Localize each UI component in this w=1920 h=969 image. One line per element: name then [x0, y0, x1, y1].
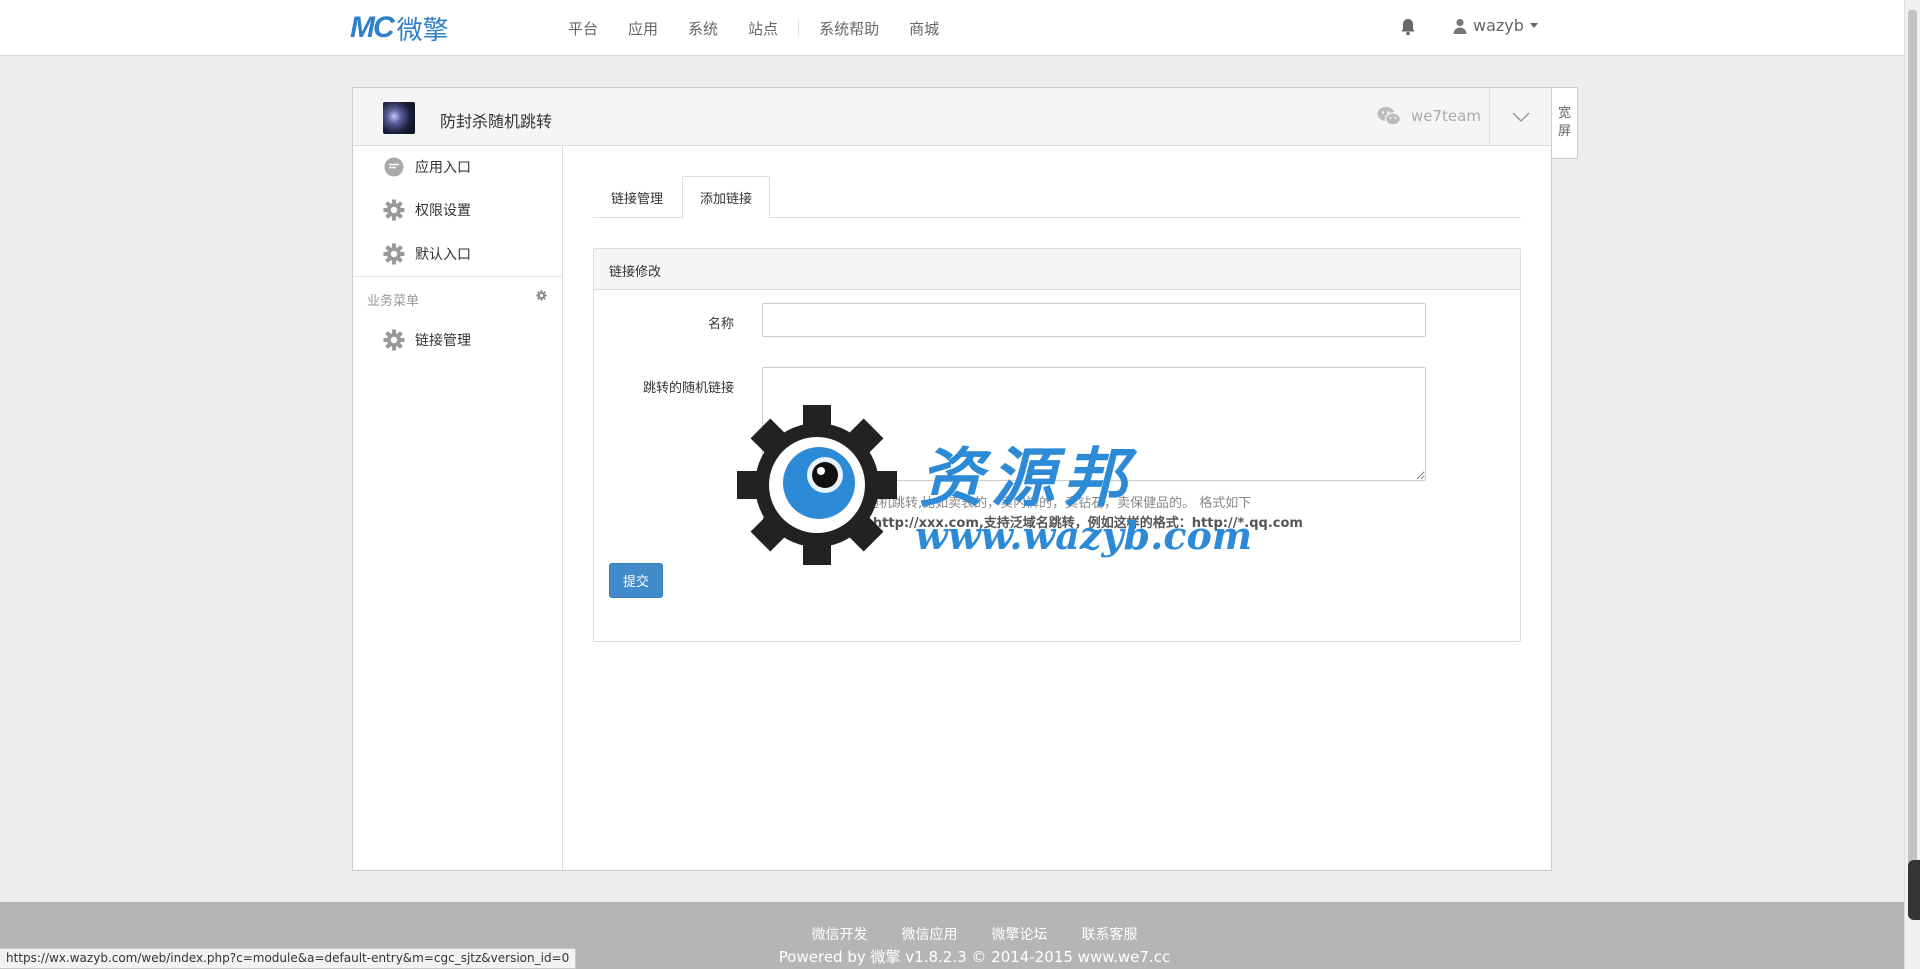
gear-icon	[383, 199, 405, 221]
nav-store[interactable]: 商城	[909, 18, 939, 39]
sidebar-item-label: 链接管理	[415, 333, 471, 349]
random-links-textarea[interactable]	[762, 367, 1426, 481]
wechat-icon	[1377, 107, 1401, 126]
sidebar-item-permissions[interactable]: 权限设置	[383, 199, 471, 221]
side-widget-tab[interactable]	[1908, 860, 1920, 920]
user-menu[interactable]: wazyb	[1453, 16, 1538, 35]
sidebar-divider	[353, 276, 562, 277]
random-links-label: 跳转的随机链接	[642, 381, 734, 396]
help-line-1: 设置多个链接可以随机跳转,比如卖表的，卖内裤的，卖钻石，卖保健品的。 格式如下	[762, 496, 1252, 511]
logo[interactable]: MC 微擎	[350, 11, 449, 46]
tab-label: 添加链接	[699, 192, 752, 207]
nav-site[interactable]: 站点	[748, 18, 778, 39]
module-title: 防封杀随机跳转	[440, 112, 553, 131]
sidebar-item-label: 应用入口	[415, 160, 471, 176]
top-navbar: MC 微擎 平台 应用 系统 站点 系统帮助 商城 wazyb	[0, 0, 1904, 56]
sidebar-item-default-entry[interactable]: 默认入口	[383, 243, 471, 265]
status-bar-url: https://wx.wazyb.com/web/index.php?c=mod…	[0, 948, 577, 969]
gear-icon[interactable]	[536, 290, 547, 301]
submit-button[interactable]: 提交	[609, 563, 663, 598]
tab-add-link[interactable]: 添加链接	[682, 176, 770, 219]
sidebar-item-label: 默认入口	[415, 247, 471, 263]
logo-mark: MC	[350, 11, 395, 44]
account-info[interactable]: we7team	[1377, 106, 1481, 126]
gear-icon	[383, 243, 405, 265]
gear-icon	[383, 329, 405, 351]
footer-link-dev[interactable]: 微信开发	[812, 924, 868, 944]
sidebar-item-link-manage[interactable]: 链接管理	[383, 329, 471, 351]
sidebar: 应用入口 权限设置 默认入口 业务菜单 链接管理	[353, 146, 563, 870]
nav-system[interactable]: 系统	[688, 18, 718, 39]
account-name: we7team	[1411, 107, 1481, 125]
scrollbar-thumb[interactable]	[1908, 10, 1917, 910]
help-text: 设置多个链接可以随机跳转,比如卖表的，卖内裤的，卖钻石，卖保健品的。 格式如下 …	[762, 494, 1382, 534]
footer-link-support[interactable]: 联系客服	[1082, 924, 1138, 944]
vertical-scrollbar[interactable]	[1904, 0, 1920, 969]
tab-link-manage[interactable]: 链接管理	[593, 176, 681, 219]
module-header: 防封杀随机跳转 we7team	[353, 88, 1551, 146]
wide-screen-toggle[interactable]: 宽 屏	[1552, 87, 1578, 159]
comment-icon	[383, 156, 405, 178]
link-edit-panel: 链接修改 名称 跳转的随机链接 设置多个链接可以随机跳转,比如卖表的，卖内裤的，…	[593, 248, 1521, 642]
nav-help[interactable]: 系统帮助	[819, 18, 879, 39]
sidebar-item-app-entry[interactable]: 应用入口	[383, 156, 471, 178]
sidebar-section-title: 业务菜单	[367, 294, 420, 309]
form-heading: 链接修改	[594, 249, 1520, 290]
nav-divider	[798, 20, 800, 36]
help-line-2: http://xxx.com,http://xxx.com,支持泛域名跳转，例如…	[762, 516, 1303, 531]
tab-label: 链接管理	[610, 192, 663, 207]
header-toggle[interactable]	[1489, 88, 1551, 146]
sidebar-section-business: 业务菜单	[367, 290, 551, 309]
name-label: 名称	[707, 317, 734, 332]
module-thumbnail	[383, 102, 415, 134]
bell-icon[interactable]	[1400, 18, 1416, 36]
user-icon	[1453, 18, 1467, 34]
footer-link-forum[interactable]: 微擎论坛	[992, 924, 1048, 944]
footer-link-apps[interactable]: 微信应用	[902, 924, 958, 944]
nav-platform[interactable]: 平台	[568, 18, 598, 39]
wide-label-2: 屏	[1557, 124, 1571, 139]
nav-apps[interactable]: 应用	[628, 18, 658, 39]
chevron-down-icon	[1511, 112, 1530, 122]
username: wazyb	[1473, 16, 1524, 35]
caret-down-icon	[1529, 23, 1538, 28]
sidebar-item-label: 权限设置	[415, 203, 471, 219]
module-panel: 防封杀随机跳转 we7team 应用入口 权限设置 默认入口 业务菜单 链接管理…	[352, 87, 1552, 871]
logo-text: 微擎	[396, 15, 449, 46]
main-nav: 平台 应用 系统 站点 系统帮助 商城	[568, 0, 969, 56]
name-input[interactable]	[762, 303, 1426, 337]
footer-links: 微信开发 微信应用 微擎论坛 联系客服	[0, 924, 1904, 944]
wide-label-1: 宽	[1557, 106, 1571, 121]
tab-bar: 链接管理 添加链接	[593, 176, 1521, 219]
